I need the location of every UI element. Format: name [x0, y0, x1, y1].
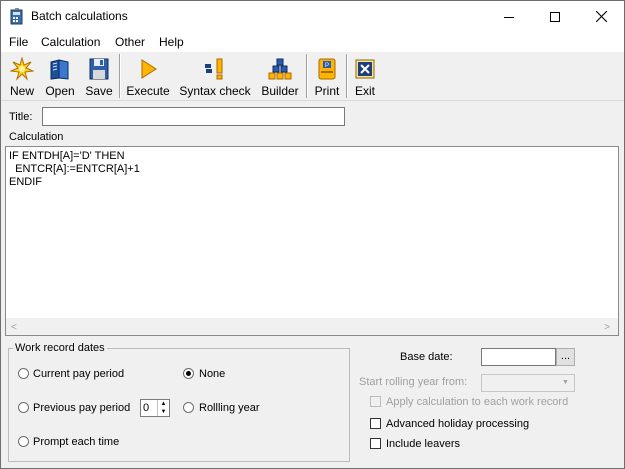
save-icon — [89, 58, 109, 80]
execute-label: Execute — [126, 84, 170, 98]
prompt-each-time-label: Prompt each time — [33, 436, 120, 448]
exit-icon — [355, 59, 375, 79]
new-icon — [10, 57, 34, 81]
title-input[interactable] — [42, 107, 345, 126]
base-date-input[interactable] — [481, 348, 556, 366]
save-label: Save — [85, 84, 113, 98]
new-button[interactable]: New — [6, 54, 38, 98]
open-label: Open — [45, 84, 75, 98]
open-button[interactable]: Open — [43, 54, 77, 98]
syntax-check-label: Syntax check — [179, 84, 251, 98]
chevron-down-icon[interactable]: ▼ — [558, 376, 573, 390]
include-leavers-label: Include leavers — [386, 438, 460, 450]
window-title: Batch calculations — [31, 9, 128, 23]
advanced-holiday-checkbox[interactable] — [370, 418, 381, 429]
toolbar-separator — [306, 54, 308, 98]
app-icon — [10, 8, 23, 25]
builder-button[interactable]: Builder — [257, 54, 303, 98]
syntax-check-icon — [205, 58, 223, 80]
batch-calculations-window: Batch calculations File Calculation Othe… — [0, 0, 625, 469]
base-date-label: Base date: — [400, 351, 453, 363]
horizontal-scrollbar[interactable]: < > — [6, 318, 618, 335]
apply-calc-checkbox[interactable] — [370, 396, 381, 407]
minimize-button[interactable] — [486, 1, 532, 32]
print-button[interactable]: P Print — [310, 54, 344, 98]
base-date-browse-button[interactable]: ... — [556, 348, 575, 366]
execute-button[interactable]: Execute — [124, 54, 172, 98]
close-icon — [595, 11, 607, 22]
spin-up-icon[interactable]: ▲ — [158, 400, 169, 408]
start-rolling-year-select[interactable]: ▼ — [481, 374, 575, 392]
execute-icon — [141, 59, 157, 79]
scroll-right-icon[interactable]: > — [604, 322, 610, 333]
advanced-holiday-label: Advanced holiday processing — [386, 418, 530, 430]
maximize-icon — [550, 11, 560, 22]
builder-label: Builder — [261, 84, 299, 98]
exit-button[interactable]: Exit — [350, 54, 380, 98]
toolbar-separator — [346, 54, 348, 98]
svg-text:P: P — [325, 63, 329, 69]
radio-current-pay-period[interactable] — [18, 368, 29, 379]
builder-icon — [268, 58, 292, 80]
radio-none[interactable] — [183, 368, 194, 379]
minimize-icon — [504, 16, 514, 18]
spin-down-icon[interactable]: ▼ — [158, 408, 169, 416]
radio-previous-pay-period[interactable] — [18, 402, 29, 413]
maximize-button[interactable] — [532, 1, 578, 32]
none-label: None — [199, 368, 226, 380]
menu-help[interactable]: Help — [159, 35, 184, 49]
syntax-check-button[interactable]: Syntax check — [177, 54, 253, 98]
close-button[interactable] — [578, 1, 624, 32]
apply-calc-label: Apply calculation to each work record — [386, 396, 569, 408]
save-button[interactable]: Save — [83, 54, 115, 98]
title-label: Title: — [9, 111, 33, 123]
previous-pay-period-label: Previous pay period — [33, 402, 131, 414]
spinner-buttons[interactable]: ▲ ▼ — [157, 400, 169, 416]
menu-file[interactable]: File — [9, 35, 28, 49]
print-label: Print — [314, 84, 340, 98]
toolbar: New Open Save Execute Syntax check Build… — [1, 52, 624, 101]
start-rolling-year-label: Start rolling year from: — [359, 376, 468, 388]
menu-calculation[interactable]: Calculation — [41, 35, 100, 49]
calculation-editor[interactable]: IF ENTDH[A]='D' THEN ENTCR[A]:=ENTCR[A]+… — [5, 146, 619, 336]
scroll-left-icon[interactable]: < — [11, 322, 17, 333]
include-leavers-checkbox[interactable] — [370, 438, 381, 449]
previous-period-value[interactable]: 0 — [143, 402, 149, 414]
menu-other[interactable]: Other — [115, 35, 145, 49]
calculation-text[interactable]: IF ENTDH[A]='D' THEN ENTCR[A]:=ENTCR[A]+… — [9, 150, 140, 189]
work-record-dates-legend: Work record dates — [13, 342, 107, 354]
radio-rolling-year[interactable] — [183, 402, 194, 413]
print-icon: P — [318, 58, 336, 80]
calculation-label: Calculation — [9, 131, 64, 143]
radio-prompt-each-time[interactable] — [18, 436, 29, 447]
toolbar-separator — [119, 54, 121, 98]
rolling-year-label: Rollling year — [199, 402, 260, 414]
previous-period-spinner[interactable]: 0 ▲ ▼ — [140, 399, 170, 417]
new-label: New — [9, 84, 34, 98]
menu-bar: File Calculation Other Help — [1, 32, 624, 52]
exit-label: Exit — [354, 84, 375, 98]
title-bar: Batch calculations — [1, 1, 624, 32]
current-pay-period-label: Current pay period — [33, 368, 125, 380]
open-icon — [50, 59, 69, 80]
